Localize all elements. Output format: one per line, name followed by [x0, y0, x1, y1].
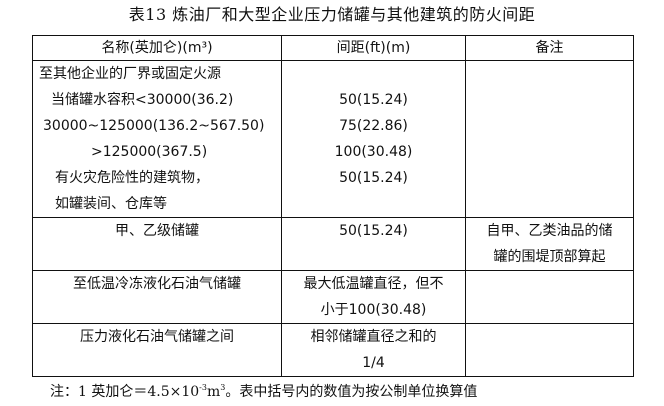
row2-remark-cell: 自甲、乙类油品的储 罐的围堤顶部算起: [465, 217, 634, 271]
row4-name-cell: 压力液化石油气储罐之间: [32, 323, 282, 377]
row1-name-line: 有火灾危险性的建筑物，: [55, 170, 209, 186]
row2-distance: 50(15.24): [339, 223, 408, 239]
row2-distance-cell: 50(15.24): [281, 217, 466, 271]
row1-distance-line: 75(22.86): [339, 118, 408, 134]
header-remark-label: 备注: [535, 40, 564, 56]
row1-name-line: 当储罐水容积<30000(36.2): [51, 92, 234, 108]
row1-remark-cell: [465, 60, 634, 218]
row3-name-cell: 至低温冷冻液化石油气储罐: [32, 270, 282, 324]
header-distance: 间距(ft)(m): [281, 35, 466, 61]
row1-name-line: 如罐装间、仓库等: [55, 196, 167, 212]
row1-distance-line: 50(15.24): [339, 92, 408, 108]
row1-name-line: 至其他企业的厂界或固定火源: [39, 66, 221, 82]
header-name: 名称(英加仑)(m³): [32, 35, 282, 61]
fire-distance-table: 名称(英加仑)(m³) 间距(ft)(m) 备注 至其他企业的厂界或固定火源 当…: [32, 35, 634, 377]
row4-remark-cell: [465, 323, 634, 377]
table-row: 至低温冷冻液化石油气储罐 最大低温罐直径，但不 小于100(30.48): [32, 270, 634, 324]
footnote-unit: m: [206, 384, 221, 400]
row2-remark-line: 罐的围堤顶部算起: [493, 249, 606, 265]
footnote-exponent-1: -3: [199, 383, 207, 392]
row2-name-cell: 甲、乙级储罐: [32, 217, 282, 271]
header-name-label: 名称(英加仑)(m³): [101, 40, 213, 56]
row1-distance-cell: 50(15.24) 75(22.86) 100(30.48) 50(15.24): [281, 60, 466, 218]
row3-distance-line: 最大低温罐直径，但不: [303, 276, 444, 292]
row3-remark-cell: [465, 270, 634, 324]
footnote-prefix: 注：1 英加仑＝4.5×10: [50, 384, 200, 400]
row4-distance-line: 1/4: [362, 355, 385, 371]
table-row: 甲、乙级储罐 50(15.24) 自甲、乙类油品的储 罐的围堤顶部算起: [32, 217, 634, 271]
header-remark: 备注: [465, 35, 634, 61]
header-distance-label: 间距(ft)(m): [336, 40, 411, 56]
row4-name: 压力液化石油气储罐之间: [80, 329, 234, 345]
table-row: 至其他企业的厂界或固定火源 当储罐水容积<30000(36.2) 30000~1…: [32, 60, 634, 218]
footnote-suffix: 。表中括号内的数值为按公制单位换算值: [225, 384, 478, 400]
row1-name-line: 30000~125000(136.2~567.50): [43, 118, 265, 134]
row1-distance-line: 100(30.48): [334, 144, 413, 160]
header-row: 名称(英加仑)(m³) 间距(ft)(m) 备注: [32, 35, 634, 61]
table-row: 压力液化石油气储罐之间 相邻储罐直径之和的 1/4: [32, 323, 634, 377]
row3-name: 至低温冷冻液化石油气储罐: [73, 276, 241, 292]
row1-name-line: >125000(367.5): [91, 144, 208, 160]
row3-distance-cell: 最大低温罐直径，但不 小于100(30.48): [281, 270, 466, 324]
row3-distance-line: 小于100(30.48): [320, 302, 427, 318]
row1-name-cell: 至其他企业的厂界或固定火源 当储罐水容积<30000(36.2) 30000~1…: [32, 60, 282, 218]
row1-distance-line: 50(15.24): [339, 170, 408, 186]
footnote: 注：1 英加仑＝4.5×10-3m3。表中括号内的数值为按公制单位换算值: [50, 377, 477, 403]
table-title: 表13 炼油厂和大型企业压力储罐与其他建筑的防火间距: [128, 5, 536, 24]
row4-distance-line: 相邻储罐直径之和的: [310, 329, 437, 345]
row2-remark-line: 自甲、乙类油品的储: [486, 223, 613, 239]
row4-distance-cell: 相邻储罐直径之和的 1/4: [281, 323, 466, 377]
row2-name: 甲、乙级储罐: [115, 223, 199, 239]
